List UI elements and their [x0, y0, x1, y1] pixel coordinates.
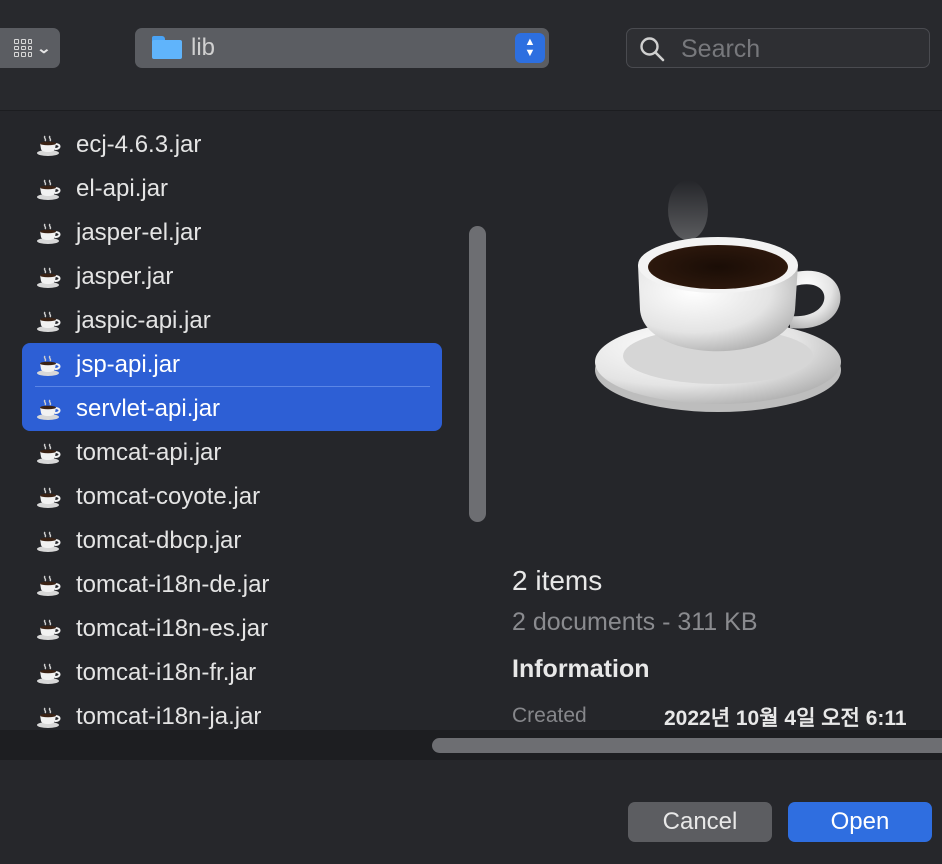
- file-name: servlet-api.jar: [76, 395, 221, 422]
- file-name: el-api.jar: [76, 175, 169, 202]
- java-archive-icon: [36, 575, 62, 597]
- java-archive-icon: [36, 355, 62, 377]
- file-name: ecj-4.6.3.jar: [76, 131, 202, 158]
- java-archive-icon: [36, 135, 62, 157]
- file-name: tomcat-i18n-fr.jar: [76, 659, 257, 686]
- file-list: ecj-4.6.3.jar el-api.jar jasper-el.jar jasp…: [0, 111, 492, 730]
- file-name: tomcat-i18n-es.jar: [76, 615, 269, 642]
- search-input[interactable]: [679, 33, 923, 65]
- file-row[interactable]: tomcat-i18n-de.jar: [22, 563, 442, 607]
- information-heading: Information: [512, 655, 650, 683]
- java-archive-icon: [36, 619, 62, 641]
- cancel-button[interactable]: Cancel: [628, 802, 772, 842]
- file-row[interactable]: jaspic-api.jar: [22, 299, 442, 343]
- file-row[interactable]: tomcat-i18n-fr.jar: [22, 651, 442, 695]
- file-row[interactable]: tomcat-dbcp.jar: [22, 519, 442, 563]
- file-name: tomcat-dbcp.jar: [76, 527, 242, 554]
- java-archive-icon: [36, 443, 62, 465]
- java-archive-icon: [36, 531, 62, 553]
- file-name: jasper.jar: [76, 263, 174, 290]
- file-name: tomcat-coyote.jar: [76, 483, 261, 510]
- open-button[interactable]: Open: [788, 802, 932, 842]
- java-archive-icon: [36, 311, 62, 333]
- horizontal-scrollbar[interactable]: [432, 738, 942, 753]
- java-archive-icon: [36, 179, 62, 201]
- coffee-cup-preview-image: [595, 180, 841, 412]
- file-row[interactable]: tomcat-i18n-es.jar: [22, 607, 442, 651]
- java-archive-icon: [36, 267, 62, 289]
- file-row[interactable]: jsp-api.jar: [22, 343, 442, 387]
- created-label: Created: [512, 704, 587, 727]
- java-archive-icon: [36, 399, 62, 421]
- selection-count: 2 items: [512, 565, 603, 596]
- file-row[interactable]: jasper-el.jar: [22, 211, 442, 255]
- selection-summary: 2 documents - 311 KB: [512, 608, 758, 636]
- file-row[interactable]: tomcat-coyote.jar: [22, 475, 442, 519]
- file-name: tomcat-api.jar: [76, 439, 222, 466]
- file-row[interactable]: tomcat-i18n-ja.jar: [22, 695, 442, 730]
- file-row[interactable]: el-api.jar: [22, 167, 442, 211]
- file-name: tomcat-i18n-de.jar: [76, 571, 270, 598]
- java-archive-icon: [36, 223, 62, 245]
- file-row[interactable]: jasper.jar: [22, 255, 442, 299]
- folder-icon: [152, 36, 182, 59]
- java-archive-icon: [36, 663, 62, 685]
- file-row[interactable]: tomcat-api.jar: [22, 431, 442, 475]
- file-name: jaspic-api.jar: [76, 307, 211, 334]
- search-icon: [640, 37, 665, 62]
- toolbar: ⌄ lib ▲ ▼: [0, 0, 942, 111]
- file-name: jasper-el.jar: [76, 219, 202, 246]
- chevron-down-icon: ⌄: [36, 39, 52, 56]
- file-row[interactable]: servlet-api.jar: [22, 387, 442, 431]
- vertical-scrollbar[interactable]: [469, 226, 486, 522]
- created-value: 2022년 10월 4일 오전 6:11: [664, 707, 907, 730]
- grid-icon: [14, 39, 33, 57]
- view-options-button[interactable]: ⌄: [0, 28, 60, 68]
- location-label: lib: [191, 34, 216, 61]
- file-row[interactable]: ecj-4.6.3.jar: [22, 123, 442, 167]
- file-name: tomcat-i18n-ja.jar: [76, 703, 262, 730]
- location-popup[interactable]: lib ▲ ▼: [135, 28, 549, 68]
- file-name: jsp-api.jar: [76, 351, 181, 378]
- java-archive-icon: [36, 487, 62, 509]
- up-down-chevron-icon: ▲ ▼: [515, 33, 545, 63]
- search-field[interactable]: [626, 28, 930, 68]
- java-archive-icon: [36, 707, 62, 729]
